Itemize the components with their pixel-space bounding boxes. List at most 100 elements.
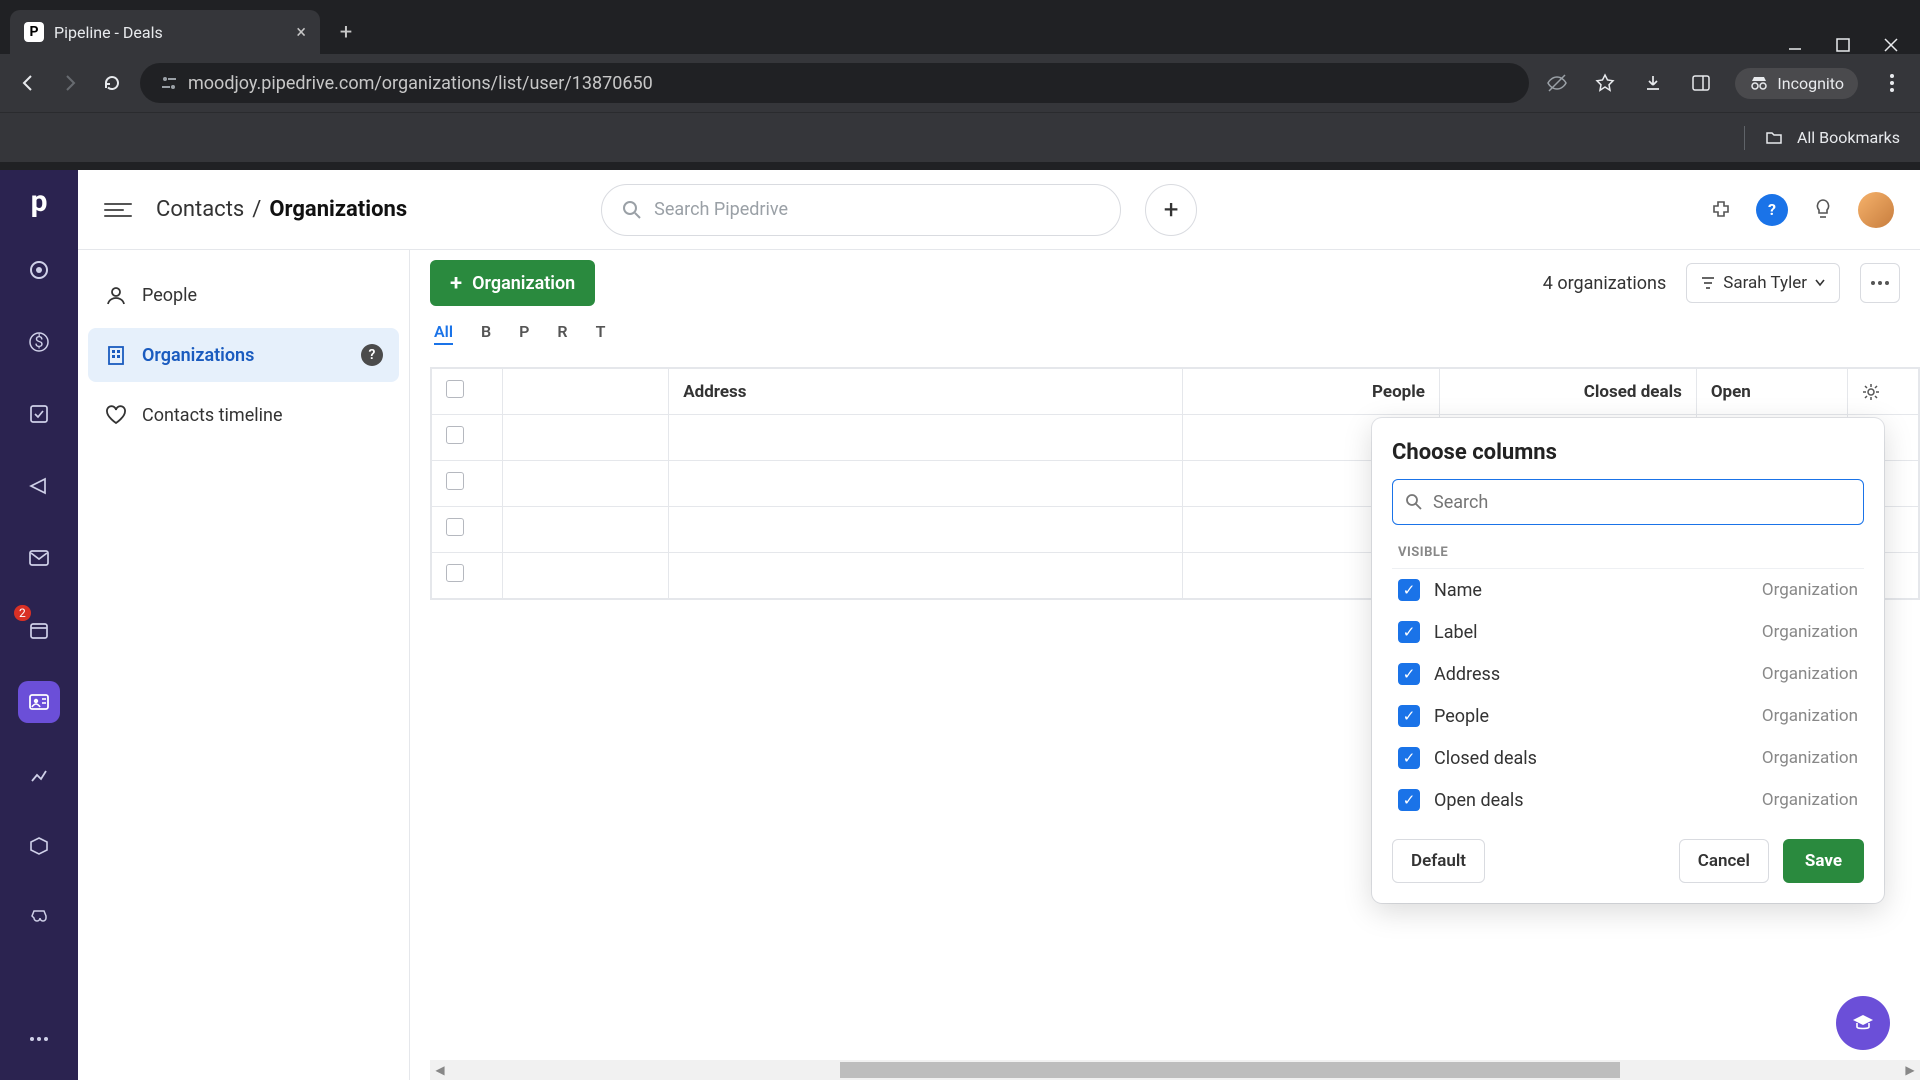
rail-campaigns-icon[interactable] — [18, 465, 60, 507]
breadcrumb-current: Organizations — [269, 197, 407, 222]
more-actions-button[interactable] — [1860, 263, 1900, 303]
eye-off-icon[interactable] — [1543, 69, 1571, 97]
row-checkbox[interactable] — [446, 518, 464, 536]
col-people[interactable]: People — [1183, 369, 1440, 415]
extensions-icon[interactable] — [1706, 195, 1736, 225]
cancel-button[interactable]: Cancel — [1679, 839, 1769, 883]
close-window-icon[interactable] — [1882, 36, 1900, 54]
checkbox-checked-icon[interactable]: ✓ — [1398, 705, 1420, 727]
new-tab-button[interactable]: + — [328, 14, 364, 50]
incognito-indicator[interactable]: Incognito — [1735, 68, 1858, 99]
filter-icon — [1701, 276, 1715, 290]
save-button[interactable]: Save — [1783, 839, 1864, 883]
help-hint-icon[interactable]: ? — [361, 344, 383, 366]
checkbox-checked-icon[interactable]: ✓ — [1398, 747, 1420, 769]
maximize-icon[interactable] — [1834, 36, 1852, 54]
column-option[interactable]: ✓ Open deals Organization — [1392, 779, 1864, 821]
default-button[interactable]: Default — [1392, 839, 1485, 883]
scroll-right-icon[interactable]: ▶ — [1900, 1063, 1920, 1077]
choose-columns-popover: Choose columns VISIBLE ✓ Name Organizati… — [1372, 418, 1884, 903]
tab-close-icon[interactable]: × — [296, 22, 306, 43]
scroll-left-icon[interactable]: ◀ — [430, 1063, 450, 1077]
forward-icon[interactable] — [56, 69, 84, 97]
column-option-category: Organization — [1762, 748, 1858, 768]
rail-activities-icon[interactable]: 2 — [18, 609, 60, 651]
column-option[interactable]: ✓ Label Organization — [1392, 611, 1864, 653]
sidebar-toggle-icon[interactable] — [104, 196, 132, 224]
col-closed[interactable]: Closed deals — [1439, 369, 1696, 415]
rail-deals-icon[interactable]: $ — [18, 321, 60, 363]
checkbox-checked-icon[interactable]: ✓ — [1398, 663, 1420, 685]
app-main: Contacts / Organizations Search Pipedriv… — [78, 170, 1920, 1080]
horizontal-scrollbar[interactable]: ◀ ▶ — [430, 1060, 1920, 1080]
browser-menu-icon[interactable] — [1878, 69, 1906, 97]
app-logo[interactable]: p — [31, 184, 48, 219]
tab-strip: P Pipeline - Deals × + — [0, 0, 1920, 54]
col-address[interactable]: Address — [669, 369, 1183, 415]
column-settings-button[interactable] — [1847, 369, 1918, 415]
alpha-filter-b[interactable]: B — [481, 322, 491, 345]
col-blank[interactable] — [503, 369, 669, 415]
column-option-category: Organization — [1762, 706, 1858, 726]
user-avatar[interactable] — [1858, 192, 1894, 228]
site-settings-icon[interactable] — [160, 74, 178, 92]
popover-search[interactable] — [1392, 479, 1864, 525]
column-option[interactable]: ✓ People Organization — [1392, 695, 1864, 737]
rail-projects-icon[interactable] — [18, 393, 60, 435]
sidebar-item-people[interactable]: People — [88, 268, 399, 322]
checkbox-checked-icon[interactable]: ✓ — [1398, 789, 1420, 811]
rail-more-icon[interactable] — [18, 1018, 60, 1060]
alpha-filter-all[interactable]: All — [434, 322, 453, 345]
alpha-filter-p[interactable]: P — [519, 322, 529, 345]
reload-icon[interactable] — [98, 69, 126, 97]
browser-chrome: P Pipeline - Deals × + — [0, 0, 1920, 170]
window-controls — [1786, 28, 1920, 54]
sidebar-item-organizations[interactable]: Organizations ? — [88, 328, 399, 382]
back-icon[interactable] — [14, 69, 42, 97]
rail-marketplace-icon[interactable] — [18, 897, 60, 939]
quick-add-button[interactable]: + — [1145, 184, 1197, 236]
rail-insights-icon[interactable] — [18, 753, 60, 795]
browser-tab[interactable]: P Pipeline - Deals × — [10, 10, 320, 54]
row-checkbox[interactable] — [446, 426, 464, 444]
column-option-category: Organization — [1762, 790, 1858, 810]
alpha-filter-t[interactable]: T — [596, 322, 606, 345]
sidebar-item-timeline[interactable]: Contacts timeline — [88, 388, 399, 442]
row-checkbox[interactable] — [446, 564, 464, 582]
rail-contacts-icon[interactable] — [18, 681, 60, 723]
breadcrumb-root[interactable]: Contacts — [156, 197, 244, 222]
checkbox-checked-icon[interactable]: ✓ — [1398, 579, 1420, 601]
bookmarks-label[interactable]: All Bookmarks — [1797, 128, 1900, 147]
column-option[interactable]: ✓ Name Organization — [1392, 569, 1864, 611]
sub-sidebar: People Organizations ? Contacts timeline — [78, 250, 410, 1080]
new-organization-button[interactable]: + Organization — [430, 260, 595, 306]
minimize-icon[interactable] — [1786, 36, 1804, 54]
tab-favicon: P — [24, 22, 44, 42]
select-all-header[interactable] — [432, 369, 503, 415]
help-button[interactable]: ? — [1756, 194, 1788, 226]
popover-field-list[interactable]: ✓ Name Organization ✓ Label Organization… — [1392, 568, 1864, 821]
global-search[interactable]: Search Pipedrive — [601, 184, 1121, 236]
download-icon[interactable] — [1639, 69, 1667, 97]
url-bar[interactable]: moodjoy.pipedrive.com/organizations/list… — [140, 63, 1529, 103]
popover-search-input[interactable] — [1433, 492, 1851, 513]
left-rail: p $ 2 — [0, 170, 78, 1080]
rail-badge: 2 — [14, 605, 31, 621]
floating-help-button[interactable] — [1836, 996, 1890, 1050]
rail-leads-icon[interactable] — [18, 249, 60, 291]
sidepanel-icon[interactable] — [1687, 69, 1715, 97]
person-icon — [104, 283, 128, 307]
col-open[interactable]: Open — [1696, 369, 1847, 415]
column-option[interactable]: ✓ Address Organization — [1392, 653, 1864, 695]
scrollbar-thumb[interactable] — [840, 1062, 1620, 1078]
checkbox-checked-icon[interactable]: ✓ — [1398, 621, 1420, 643]
content-area: People Organizations ? Contacts timeline — [78, 250, 1920, 1080]
owner-filter[interactable]: Sarah Tyler — [1686, 263, 1840, 303]
column-option[interactable]: ✓ Closed deals Organization — [1392, 737, 1864, 779]
alpha-filter-r[interactable]: R — [557, 322, 567, 345]
rail-products-icon[interactable] — [18, 825, 60, 867]
rail-mail-icon[interactable] — [18, 537, 60, 579]
row-checkbox[interactable] — [446, 472, 464, 490]
tips-icon[interactable] — [1808, 195, 1838, 225]
star-icon[interactable] — [1591, 69, 1619, 97]
